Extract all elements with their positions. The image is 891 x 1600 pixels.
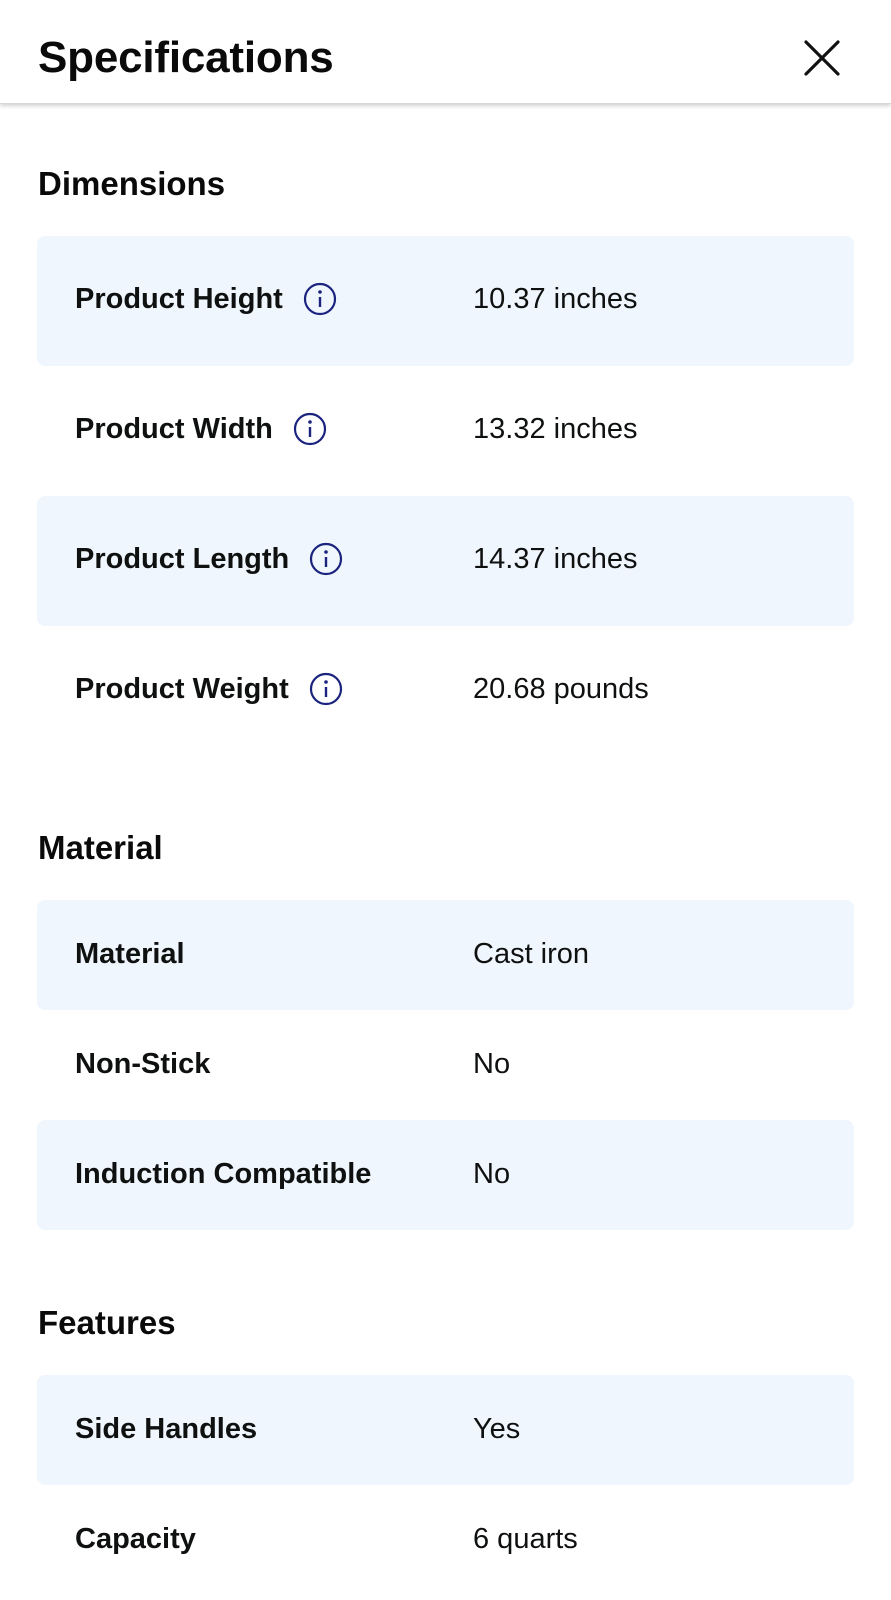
info-icon[interactable] — [309, 672, 343, 706]
spec-value: No — [473, 1158, 511, 1190]
spec-value: 20.68 pounds — [473, 673, 649, 705]
spec-row-product-length: Product Length 14.37 inches — [37, 496, 854, 626]
spec-row-product-width: Product Width 13.32 inches — [37, 366, 854, 496]
spec-value: Cast iron — [473, 938, 590, 970]
spec-label: Material — [75, 938, 185, 970]
spec-row-product-height: Product Height 10.37 inches — [37, 236, 854, 366]
spec-label: Side Handles — [75, 1413, 258, 1445]
spec-value: 13.32 inches — [473, 413, 638, 445]
spec-value: Yes — [473, 1413, 521, 1445]
spec-label: Capacity — [75, 1523, 196, 1555]
info-icon[interactable] — [303, 282, 337, 316]
spec-row-capacity: Capacity 6 quarts — [37, 1485, 854, 1595]
spec-value: 6 quarts — [473, 1523, 578, 1555]
close-button[interactable] — [800, 36, 844, 80]
spec-label: Induction Compatible — [75, 1158, 372, 1190]
spec-row-non-stick: Non-Stick No — [37, 1010, 854, 1120]
spec-value: 14.37 inches — [473, 543, 638, 575]
section-title-dimensions: Dimensions — [38, 165, 226, 202]
section-title-features: Features — [38, 1304, 176, 1341]
spec-value: 10.37 inches — [473, 283, 638, 315]
close-icon[interactable] — [800, 36, 844, 80]
spec-row-induction-compatible: Induction Compatible No — [37, 1120, 854, 1230]
spec-row-side-handles: Side Handles Yes — [37, 1375, 854, 1485]
spec-label: Product Weight — [75, 673, 289, 705]
spec-value: No — [473, 1048, 511, 1080]
section-title-material: Material — [38, 829, 163, 866]
info-icon[interactable] — [293, 412, 327, 446]
spec-label: Product Length — [75, 543, 290, 575]
spec-row-product-weight: Product Weight 20.68 pounds — [37, 626, 854, 756]
specifications-header: Specifications — [0, 0, 891, 104]
spec-label: Product Height — [75, 283, 283, 315]
info-icon[interactable] — [309, 542, 343, 576]
spec-row-material: Material Cast iron — [37, 900, 854, 1010]
specifications-content[interactable]: Dimensions Product Height 10.37 inches P… — [0, 104, 891, 1600]
page-title: Specifications — [38, 33, 334, 82]
spec-label: Non-Stick — [75, 1048, 211, 1080]
spec-label: Product Width — [75, 413, 273, 445]
